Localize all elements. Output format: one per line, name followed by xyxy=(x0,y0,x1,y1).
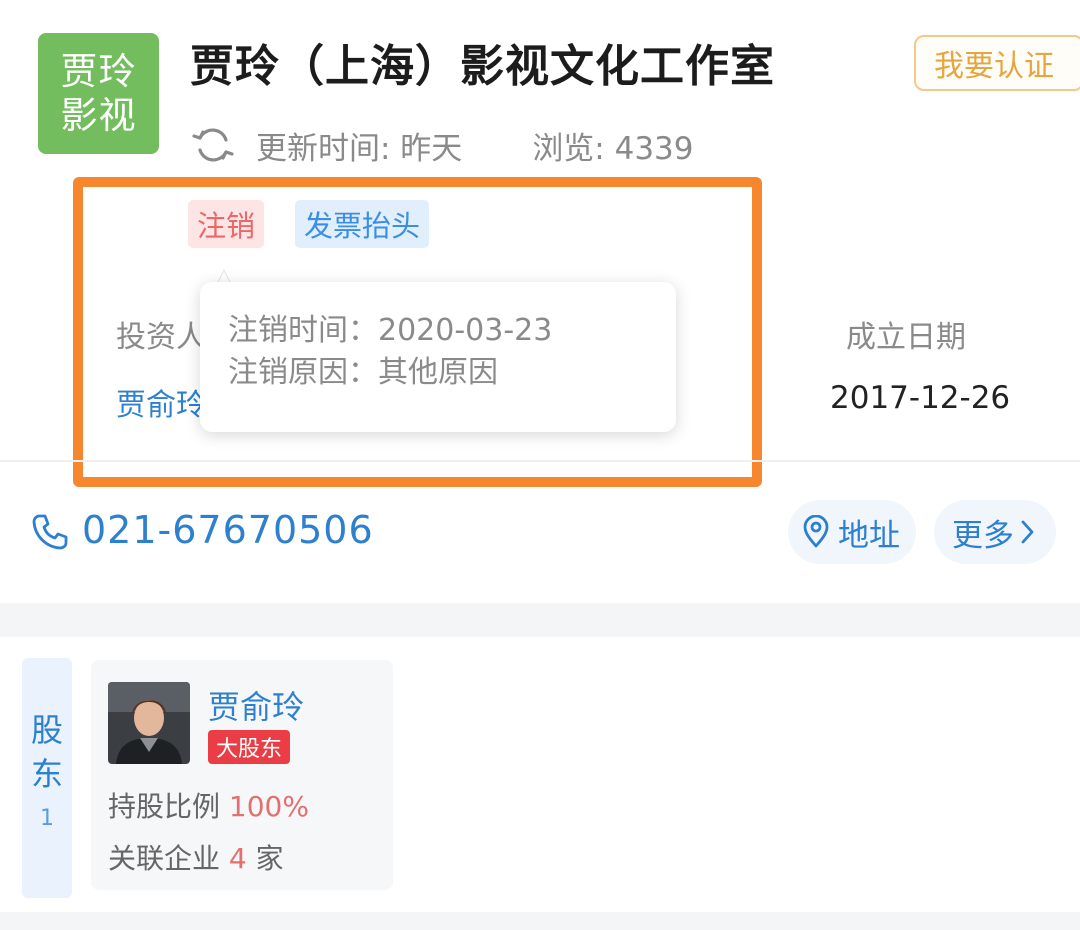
chevron-right-icon xyxy=(1021,520,1034,544)
shareholding-ratio: 持股比例 100% xyxy=(108,785,309,825)
major-shareholder-badge: 大股东 xyxy=(208,730,291,764)
logo-text-line2: 影视 xyxy=(60,93,137,137)
more-button[interactable]: 更多 xyxy=(934,500,1056,564)
phone-icon[interactable] xyxy=(30,512,70,552)
company-logo: 贾玲 影视 xyxy=(38,33,159,154)
related-unit: 家 xyxy=(255,842,284,875)
updated-time: 更新时间: 昨天 xyxy=(256,130,463,167)
section-separator xyxy=(0,603,1080,637)
founded-date-label: 成立日期 xyxy=(846,320,966,355)
address-label: 地址 xyxy=(838,517,900,554)
shareholder-section-label: 股东 xyxy=(30,711,63,793)
bottom-separator xyxy=(0,912,1080,930)
avatar[interactable] xyxy=(108,682,190,764)
company-title: 贾玲（上海）影视文化工作室 xyxy=(190,41,775,92)
shareholder-section-tab[interactable]: 股东 1 xyxy=(22,658,72,898)
phone-number[interactable]: 021-67670506 xyxy=(82,508,374,552)
meta-row: 更新时间: 昨天 浏览: 4339 xyxy=(190,122,694,168)
address-button[interactable]: 地址 xyxy=(788,500,916,564)
location-pin-icon xyxy=(803,515,829,548)
ratio-value: 100% xyxy=(228,790,309,823)
more-label: 更多 xyxy=(952,517,1014,554)
logo-text-line1: 贾玲 xyxy=(60,49,137,93)
certify-button[interactable]: 我要认证 xyxy=(914,35,1080,91)
refresh-icon[interactable] xyxy=(190,122,236,168)
shareholder-count: 1 xyxy=(40,806,54,831)
view-count: 浏览: 4339 xyxy=(532,130,694,167)
related-count: 4 xyxy=(228,842,247,875)
related-label: 关联企业 xyxy=(108,842,221,875)
related-companies[interactable]: 关联企业 4 家 xyxy=(108,837,284,877)
ratio-label: 持股比例 xyxy=(108,790,221,823)
divider xyxy=(0,460,1080,462)
highlight-annotation-box xyxy=(73,177,762,487)
founded-date-value: 2017-12-26 xyxy=(830,380,1011,416)
shareholder-name[interactable]: 贾俞玲 xyxy=(208,682,304,728)
